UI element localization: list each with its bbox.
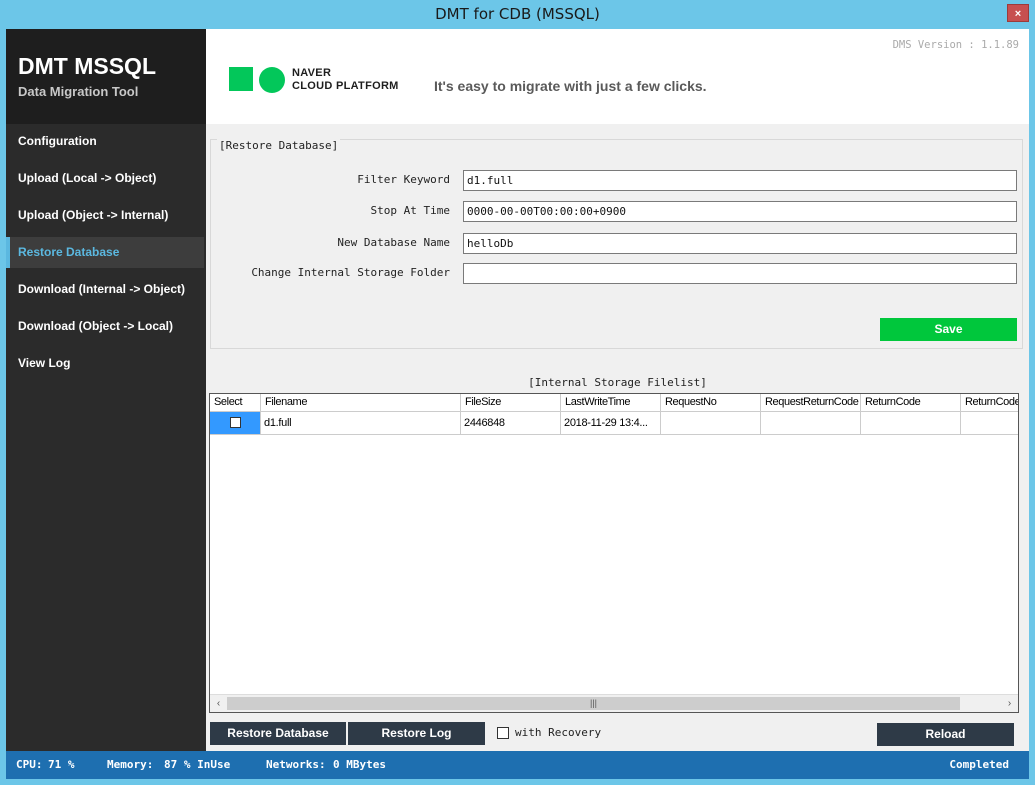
filelist-grid: Select Filename FileSize LastWriteTime R… (209, 393, 1019, 713)
table-row[interactable]: d1.full 2446848 2018-11-29 13:4... (210, 412, 1018, 435)
with-recovery-checkbox[interactable] (497, 727, 509, 739)
version-label: DMS Version : 1.1.89 (892, 39, 1019, 51)
tagline: It's easy to migrate with just a few cli… (434, 78, 707, 94)
row-select-checkbox[interactable] (230, 417, 241, 428)
column-header-lastwritetime[interactable]: LastWriteTime (561, 394, 661, 411)
grid-header: Select Filename FileSize LastWriteTime R… (210, 394, 1018, 412)
change-storage-folder-label: Change Internal Storage Folder (251, 266, 450, 279)
sidebar: DMT MSSQL Data Migration Tool Configurat… (6, 29, 206, 751)
status-state: Completed (949, 758, 1009, 771)
cell-lastwritetime[interactable]: 2018-11-29 13:4... (561, 412, 661, 434)
brand-title: DMT MSSQL (18, 53, 156, 79)
logo-text-cloud-platform: CLOUD PLATFORM (292, 80, 399, 92)
sidebar-item-download-object-local[interactable]: Download (Object -> Local) (6, 311, 204, 342)
scroll-grip-icon: ||| (589, 698, 598, 708)
sidebar-item-download-internal-object[interactable]: Download (Internal -> Object) (6, 274, 204, 305)
group-title: [Restore Database] (217, 139, 341, 152)
new-database-name-label: New Database Name (337, 236, 450, 249)
cell-filesize[interactable]: 2446848 (461, 412, 561, 434)
sidebar-item-restore-database[interactable]: Restore Database (6, 237, 204, 268)
memory-label: Memory: (107, 758, 154, 771)
stop-at-time-label: Stop At Time (370, 204, 450, 217)
main-panel: DMS Version : 1.1.89 NAVER CLOUD PLATFOR… (206, 29, 1029, 751)
column-header-requestreturncode[interactable]: RequestReturnCode (761, 394, 861, 411)
row-select-cell[interactable] (210, 412, 261, 434)
sidebar-item-view-log[interactable]: View Log (6, 348, 204, 379)
column-header-filename[interactable]: Filename (261, 394, 461, 411)
filter-keyword-input[interactable]: d1.full (463, 170, 1017, 191)
reload-button[interactable]: Reload (877, 723, 1014, 746)
sidebar-item-upload-object-internal[interactable]: Upload (Object -> Internal) (6, 200, 204, 231)
networks-value: 0 MBytes (333, 758, 386, 771)
restore-log-button[interactable]: Restore Log (348, 722, 485, 745)
stop-at-time-input[interactable]: 0000-00-00T00:00:00+0900 (463, 201, 1017, 222)
change-storage-folder-input[interactable] (463, 263, 1017, 284)
cell-filename[interactable]: d1.full (261, 412, 461, 434)
with-recovery-label: with Recovery (515, 726, 602, 739)
column-header-filesize[interactable]: FileSize (461, 394, 561, 411)
horizontal-scrollbar[interactable]: ‹ ||| › (210, 694, 1018, 712)
save-button[interactable]: Save (880, 318, 1017, 341)
window-title: DMT for CDB (MSSQL) (435, 5, 600, 23)
scroll-left-arrow-icon[interactable]: ‹ (210, 695, 227, 712)
filter-keyword-label: Filter Keyword (357, 173, 450, 186)
filelist-title: [Internal Storage Filelist] (528, 376, 707, 389)
brand-subtitle: Data Migration Tool (18, 84, 139, 99)
close-button[interactable]: × (1007, 4, 1029, 22)
column-header-returncode[interactable]: ReturnCode (861, 394, 961, 411)
status-bar: CPU: 71 % Memory: 87 % InUse Networks: 0… (6, 751, 1029, 779)
cell-returncode[interactable] (861, 412, 961, 434)
header: DMS Version : 1.1.89 NAVER CLOUD PLATFOR… (206, 29, 1029, 124)
column-header-returncode-2[interactable]: ReturnCode (961, 394, 1018, 411)
naver-logo-square-icon (229, 67, 253, 91)
scroll-thumb[interactable]: ||| (227, 697, 960, 710)
cell-requestno[interactable] (661, 412, 761, 434)
column-header-requestno[interactable]: RequestNo (661, 394, 761, 411)
memory-value: 87 % InUse (164, 758, 231, 771)
sidebar-item-configuration[interactable]: Configuration (6, 126, 204, 157)
column-header-select[interactable]: Select (210, 394, 261, 411)
networks-label: Networks: (266, 758, 326, 771)
scroll-right-arrow-icon[interactable]: › (1001, 695, 1018, 712)
title-bar: DMT for CDB (MSSQL) × (0, 0, 1035, 29)
sidebar-item-upload-local-object[interactable]: Upload (Local -> Object) (6, 163, 204, 194)
logo-text-naver: NAVER (292, 67, 332, 79)
new-database-name-input[interactable]: helloDb (463, 233, 1017, 254)
cpu-value: 71 % (48, 758, 75, 771)
cell-requestreturncode[interactable] (761, 412, 861, 434)
restore-database-button[interactable]: Restore Database (210, 722, 346, 745)
cell-returncode-2[interactable] (961, 412, 1018, 434)
naver-logo-circle-icon (259, 67, 285, 93)
brand: DMT MSSQL Data Migration Tool (6, 29, 206, 124)
cpu-label: CPU: (16, 758, 43, 771)
